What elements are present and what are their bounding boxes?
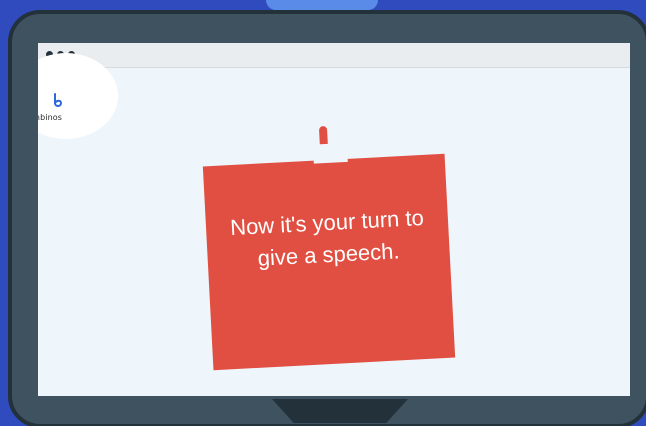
speech-prompt-text: Now it's your turn to give a speech.	[229, 205, 425, 271]
card-top-notch	[312, 142, 348, 164]
speech-prompt-card: Now it's your turn to give a speech.	[202, 125, 456, 371]
lesson-scene: bambinos Now it's your turn to give a sp…	[0, 0, 646, 426]
laptop-bezel: bambinos Now it's your turn to give a sp…	[8, 10, 646, 426]
device-bottom-notch	[272, 399, 408, 423]
top-accent-shape	[266, 0, 378, 10]
main-content: Now it's your turn to give a speech.	[38, 67, 630, 396]
browser-toolbar	[38, 43, 630, 68]
browser-screen: bambinos Now it's your turn to give a sp…	[38, 43, 630, 396]
